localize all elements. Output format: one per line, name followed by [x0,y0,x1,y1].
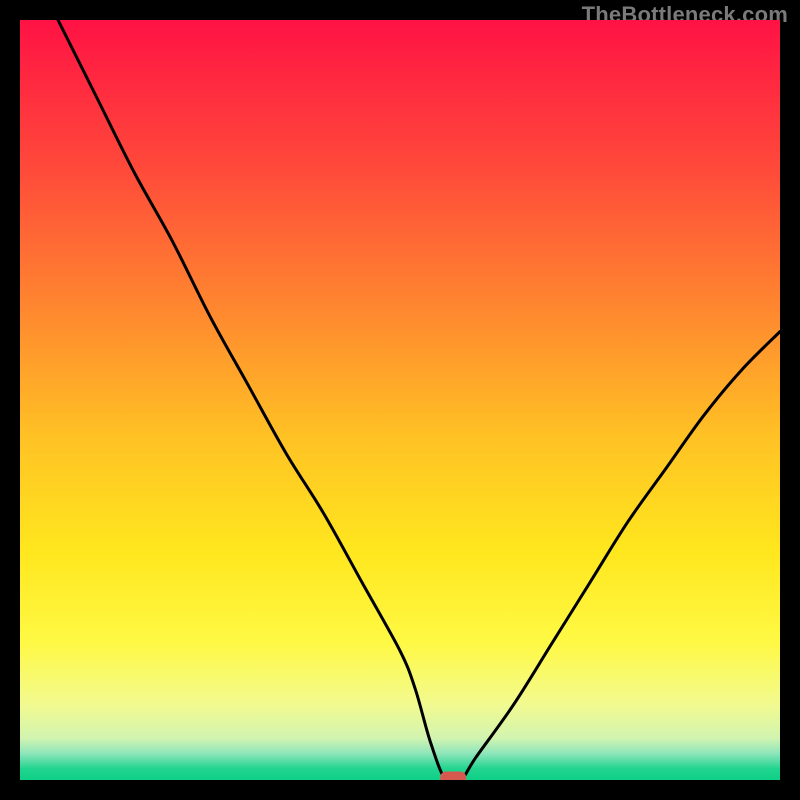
bottleneck-chart [20,20,780,780]
optimal-marker [440,772,466,781]
gradient-background [20,20,780,780]
plot-area [20,20,780,780]
chart-frame: TheBottleneck.com [0,0,800,800]
